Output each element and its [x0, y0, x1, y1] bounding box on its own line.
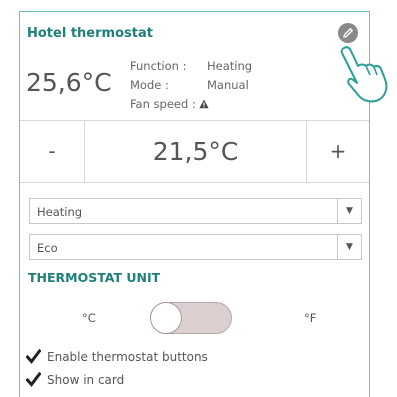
widget-title: Hotel thermostat [27, 26, 153, 41]
celsius-label: °C [82, 311, 96, 325]
separator [20, 182, 369, 183]
checkmark-icon[interactable] [26, 372, 41, 387]
increase-button[interactable]: + [307, 120, 369, 182]
decrease-button[interactable]: - [20, 120, 84, 182]
fan-speed-text: Fan speed : [130, 97, 196, 111]
info-labels: Function : Mode : Fan speed : [130, 57, 210, 114]
function-value: Heating [207, 59, 253, 73]
enable-buttons-label: Enable thermostat buttons [47, 349, 208, 364]
setpoint-row: - 21,5°C + [20, 120, 369, 182]
current-temperature: 25,6°C [26, 68, 112, 97]
unit-toggle[interactable] [150, 302, 232, 334]
toggle-knob[interactable] [150, 302, 182, 334]
function-label: Function : [130, 59, 187, 73]
function-select-value: Heating [37, 205, 83, 219]
show-in-card-label: Show in card [47, 372, 125, 387]
mode-label: Mode : [130, 78, 169, 92]
hand-pointer-icon [340, 46, 388, 103]
thermostat-widget: Hotel thermostat 25,6°C Function : Mode … [19, 11, 370, 397]
mode-select[interactable]: Eco ▼ [29, 234, 362, 260]
enable-buttons-option[interactable]: Enable thermostat buttons [26, 349, 208, 364]
caret-down-icon[interactable]: ▼ [337, 199, 361, 223]
setpoint-value: 21,5°C [152, 136, 239, 166]
mode-value: Manual [207, 78, 249, 92]
function-select[interactable]: Heating ▼ [29, 198, 362, 224]
mode-select-value: Eco [37, 241, 58, 255]
fahrenheit-label: °F [304, 311, 317, 325]
checkmark-icon[interactable] [26, 349, 41, 364]
show-in-card-option[interactable]: Show in card [26, 372, 124, 387]
thermostat-unit-heading: THERMOSTAT UNIT [28, 270, 161, 285]
caret-down-icon[interactable]: ▼ [337, 235, 361, 259]
pencil-icon [343, 28, 353, 38]
fan-speed-label: Fan speed : [130, 95, 210, 114]
warning-triangle-icon [199, 99, 210, 109]
edit-button[interactable] [338, 23, 358, 43]
info-values: Heating Manual [207, 57, 252, 95]
